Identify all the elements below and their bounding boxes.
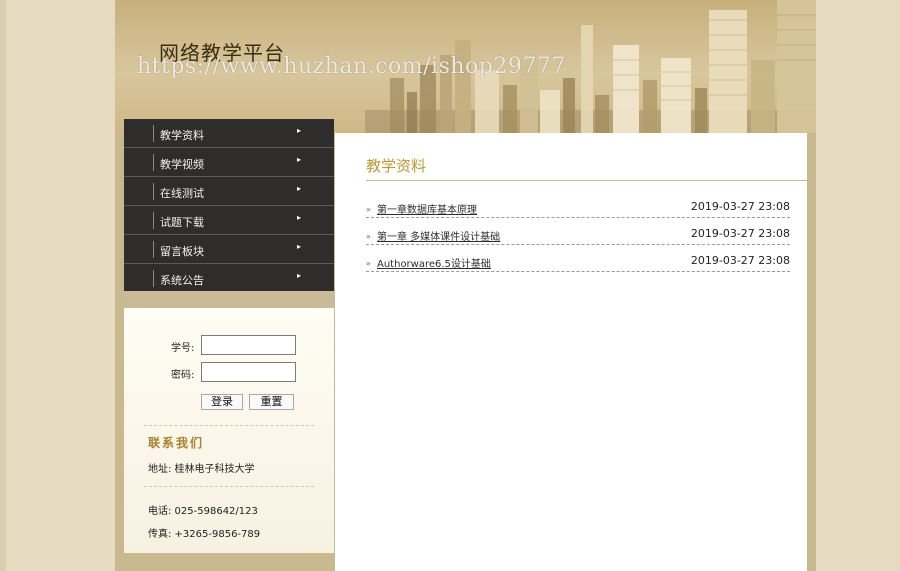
login-contact-panel: 学号: 密码: 登录 重置 联系我们 地址: 桂林电子科技大学 电话: 025-… <box>124 308 334 553</box>
nav-item-exam-download[interactable]: 试题下载 ▸ <box>124 206 334 235</box>
publish-date: 2019-03-27 23:08 <box>690 254 790 267</box>
title-underline <box>366 180 807 181</box>
student-id-input[interactable] <box>201 335 296 355</box>
contact-phone: 电话: 025-598642/123 <box>148 506 258 517</box>
left-background <box>0 0 6 571</box>
watermark-text: https://www.huzhan.com/ishop29777 <box>137 54 566 79</box>
nav-item-label: 在线测试 <box>160 187 204 200</box>
login-button[interactable]: 登录 <box>201 394 243 410</box>
nav-item-message-board[interactable]: 留言板块 ▸ <box>124 235 334 264</box>
nav-divider <box>153 241 154 258</box>
nav-divider <box>153 212 154 229</box>
nav-item-announcements[interactable]: 系统公告 ▸ <box>124 264 334 293</box>
header-banner: 网络教学平台 https://www.huzhan.com/ishop29777 <box>115 0 816 133</box>
contact-fax: 传真: +3265-9856-789 <box>148 529 261 540</box>
nav-item-label: 系统公告 <box>160 274 204 287</box>
material-link[interactable]: 第一章数据库基本原理 <box>377 201 477 216</box>
publish-date: 2019-03-27 23:08 <box>690 200 790 213</box>
left-nav-menu: 教学资料 ▸ 教学视频 ▸ 在线测试 ▸ 试题下载 ▸ 留言板块 ▸ 系统公告 … <box>124 119 334 293</box>
reset-button[interactable]: 重置 <box>249 394 294 410</box>
nav-item-label: 留言板块 <box>160 245 204 258</box>
nav-item-label: 教学资料 <box>160 129 204 142</box>
material-link[interactable]: Authorware6.5设计基础 <box>377 255 491 270</box>
contact-address: 地址: 桂林电子科技大学 <box>148 464 255 475</box>
nav-divider <box>153 270 154 287</box>
nav-item-label: 试题下载 <box>160 216 204 229</box>
publish-date: 2019-03-27 23:08 <box>690 227 790 240</box>
nav-item-teaching-video[interactable]: 教学视频 ▸ <box>124 148 334 177</box>
double-chevron-icon: » <box>366 205 371 214</box>
password-label: 密码: <box>171 370 195 381</box>
panel-bottom-band <box>124 553 334 571</box>
nav-item-label: 教学视频 <box>160 158 204 171</box>
triangle-right-icon: ▸ <box>297 213 302 222</box>
triangle-right-icon: ▸ <box>297 184 302 193</box>
main-content: 教学资料 » 第一章数据库基本原理 2019-03-27 23:08 » 第一章… <box>335 133 807 571</box>
nav-bottom-band <box>124 291 334 308</box>
triangle-right-icon: ▸ <box>297 155 302 164</box>
double-chevron-icon: » <box>366 259 371 268</box>
material-link[interactable]: 第一章 多媒体课件设计基础 <box>377 228 500 243</box>
page-title: 教学资料 <box>366 157 427 175</box>
password-input[interactable] <box>201 362 296 382</box>
list-item: » 第一章数据库基本原理 2019-03-27 23:08 <box>366 198 790 218</box>
nav-item-online-test[interactable]: 在线测试 ▸ <box>124 177 334 206</box>
triangle-right-icon: ▸ <box>297 126 302 135</box>
triangle-right-icon: ▸ <box>297 242 302 251</box>
contact-title: 联系我们 <box>148 436 205 450</box>
triangle-right-icon: ▸ <box>297 271 302 280</box>
nav-divider <box>153 183 154 200</box>
nav-divider <box>153 125 154 142</box>
nav-item-teaching-materials[interactable]: 教学资料 ▸ <box>124 119 334 148</box>
nav-divider <box>153 154 154 171</box>
student-id-label: 学号: <box>171 343 195 354</box>
divider <box>144 486 314 487</box>
divider <box>144 425 314 426</box>
list-item: » 第一章 多媒体课件设计基础 2019-03-27 23:08 <box>366 225 790 245</box>
double-chevron-icon: » <box>366 232 371 241</box>
list-item: » Authorware6.5设计基础 2019-03-27 23:08 <box>366 252 790 272</box>
